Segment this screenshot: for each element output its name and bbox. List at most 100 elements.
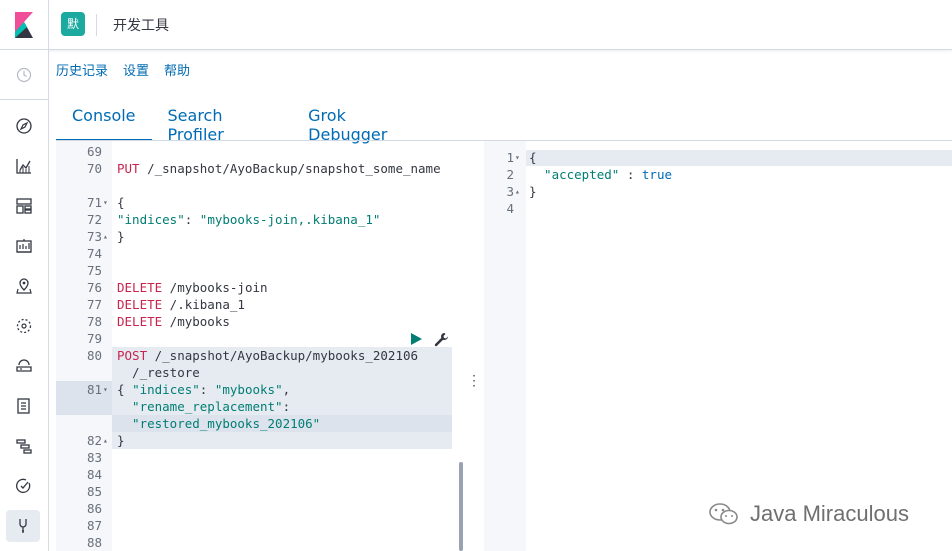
breadcrumb: 开发工具 (113, 18, 169, 34)
response-active-line (526, 150, 952, 166)
canvas-icon (16, 239, 32, 253)
ml-nav[interactable] (0, 306, 48, 346)
devtools-nav[interactable] (6, 510, 40, 542)
code-line: } (529, 183, 537, 200)
line-number: 75 (86, 263, 102, 278)
line-number: 82 (86, 433, 102, 448)
code-line: "restored_mybooks_202106" (117, 415, 320, 432)
dashboard-nav[interactable] (0, 186, 48, 226)
code-line: } (117, 228, 125, 245)
apm-nav[interactable] (0, 426, 48, 466)
clock-icon (16, 67, 32, 82)
json-key: "accepted" (529, 167, 620, 182)
fold-toggle-icon[interactable]: ▾ (103, 381, 108, 398)
visualize-icon (16, 159, 31, 174)
send-request-button[interactable] (408, 331, 424, 347)
fold-toggle-icon[interactable]: ▴ (103, 228, 108, 245)
maps-icon (16, 278, 32, 294)
space-avatar[interactable]: 默 (61, 12, 85, 36)
code-line: "accepted" : true (529, 166, 672, 183)
request-editor-scrollbar[interactable] (459, 462, 463, 551)
line-number: 2 (506, 167, 514, 182)
play-icon (411, 333, 422, 345)
history-link[interactable]: 历史记录 (56, 60, 108, 80)
json-boolean: true (641, 167, 672, 182)
line-number: 85 (86, 484, 102, 499)
settings-link[interactable]: 设置 (123, 60, 149, 80)
recently-viewed-button[interactable] (0, 50, 48, 100)
http-method: DELETE (117, 280, 163, 295)
fold-toggle-icon[interactable]: ▴ (515, 183, 520, 200)
request-url: /_restore (117, 365, 200, 380)
devtools-icon (19, 519, 27, 533)
line-number: 69 (86, 144, 102, 159)
line-number: 70 (86, 161, 102, 176)
code-line: DELETE /mybooks-join (117, 279, 268, 296)
kibana-logo[interactable] (0, 0, 49, 50)
fold-toggle-icon[interactable]: ▾ (103, 194, 108, 211)
json-punctuation: , (282, 382, 291, 397)
visualize-nav[interactable] (0, 146, 48, 186)
devtools-tabs: Console Search Profiler Grok Debugger (56, 96, 438, 144)
line-number: 74 (86, 246, 102, 261)
line-number: 88 (86, 535, 102, 550)
fold-toggle-icon[interactable]: ▾ (515, 149, 520, 166)
json-string: "restored_mybooks_202106" (117, 416, 321, 431)
line-number: 71 (86, 195, 102, 210)
infrastructure-nav[interactable] (0, 346, 48, 386)
canvas-nav[interactable] (0, 226, 48, 266)
json-punctuation: : (619, 167, 642, 182)
wrench-icon (434, 333, 448, 347)
watermark-text: Java Miraculous (750, 501, 909, 526)
uptime-nav[interactable] (0, 466, 48, 506)
json-key: "indices" (132, 382, 200, 397)
ml-icon (16, 318, 32, 334)
uptime-icon (16, 478, 31, 493)
json-punctuation: : (282, 399, 291, 414)
request-url: /_snapshot/AyoBackup/snapshot_some_name (139, 161, 441, 176)
top-header: 默 开发工具 (0, 0, 952, 50)
http-method: PUT (117, 161, 140, 176)
code-line: DELETE /.kibana_1 (117, 296, 245, 313)
line-number: 73 (86, 229, 102, 244)
code-line: /_restore (117, 364, 200, 381)
help-link[interactable]: 帮助 (164, 60, 190, 80)
resizer-handle-icon[interactable]: · · · (470, 370, 478, 392)
request-url: /.kibana_1 (162, 297, 245, 312)
apm-icon (16, 439, 32, 454)
line-number: 76 (86, 280, 102, 295)
line-number: 1 (506, 150, 514, 165)
line-number: 86 (86, 501, 102, 516)
logs-icon (17, 398, 30, 414)
line-number: 84 (86, 467, 102, 482)
line-number: 83 (86, 450, 102, 465)
wechat-icon (709, 503, 738, 525)
tab-console[interactable]: Console (56, 96, 152, 141)
line-number: 77 (86, 297, 102, 312)
json-key: "indices" (117, 212, 185, 227)
code-line: POST /_snapshot/AyoBackup/mybooks_202106 (117, 347, 418, 364)
code-text: } (117, 229, 125, 244)
code-line: "rename_replacement": (117, 398, 290, 415)
fold-toggle-icon[interactable]: ▴ (103, 432, 108, 449)
discover-nav[interactable] (0, 106, 48, 146)
request-actions-button[interactable] (432, 331, 450, 349)
logs-nav[interactable] (0, 386, 48, 426)
code-text: { (117, 382, 133, 397)
app-top-menu: 历史记录 设置 帮助 (56, 60, 190, 80)
code-line: DELETE /mybooks (117, 313, 230, 330)
code-line: { (529, 149, 537, 166)
line-number: 87 (86, 518, 102, 533)
json-string: "mybooks" (214, 382, 283, 397)
editor-resizer[interactable] (464, 141, 484, 551)
maps-nav[interactable] (0, 266, 48, 306)
tab-search-profiler[interactable]: Search Profiler (152, 96, 293, 144)
watermark: Java Miraculous (708, 500, 909, 528)
line-number: 3 (506, 184, 514, 199)
request-url: /mybooks-join (162, 280, 268, 295)
request-url: /mybooks (162, 314, 230, 329)
side-navigation (0, 50, 49, 551)
tab-grok-debugger[interactable]: Grok Debugger (292, 96, 438, 144)
code-text: { (117, 195, 125, 210)
request-url: /_snapshot/AyoBackup/mybooks_202106 (147, 348, 419, 363)
